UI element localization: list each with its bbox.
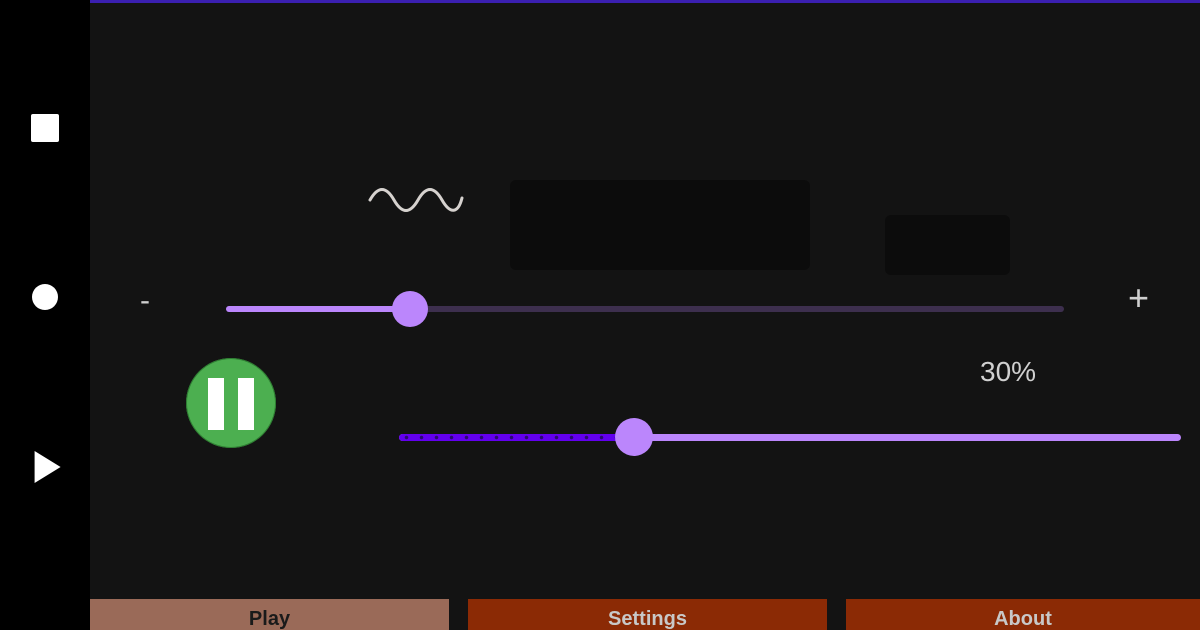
progress-slider[interactable]	[399, 418, 1181, 456]
system-nav-bar	[0, 0, 90, 630]
volume-slider[interactable]	[226, 291, 1064, 327]
pause-icon	[238, 378, 254, 430]
sine-wave-icon	[368, 188, 464, 212]
background-artwork	[510, 180, 810, 270]
top-accent-line	[90, 0, 1200, 3]
volume-slider-thumb[interactable]	[392, 291, 429, 327]
volume-slider-fill	[226, 306, 411, 312]
tab-play[interactable]: Play	[90, 599, 449, 630]
tab-about[interactable]: About	[846, 599, 1200, 630]
pause-icon	[208, 378, 224, 430]
volume-down-label[interactable]: -	[140, 283, 150, 319]
background-artwork	[885, 215, 1010, 275]
progress-slider-thumb[interactable]	[614, 418, 653, 456]
progress-percent-label: 30%	[980, 356, 1037, 387]
volume-up-label[interactable]: +	[1128, 280, 1149, 316]
tab-settings[interactable]: Settings	[468, 599, 827, 630]
triangle-play-icon[interactable]	[34, 451, 61, 483]
progress-slider-fill	[399, 434, 634, 441]
circle-icon[interactable]	[32, 284, 58, 310]
pause-button[interactable]	[186, 358, 276, 448]
square-icon[interactable]	[31, 114, 59, 142]
